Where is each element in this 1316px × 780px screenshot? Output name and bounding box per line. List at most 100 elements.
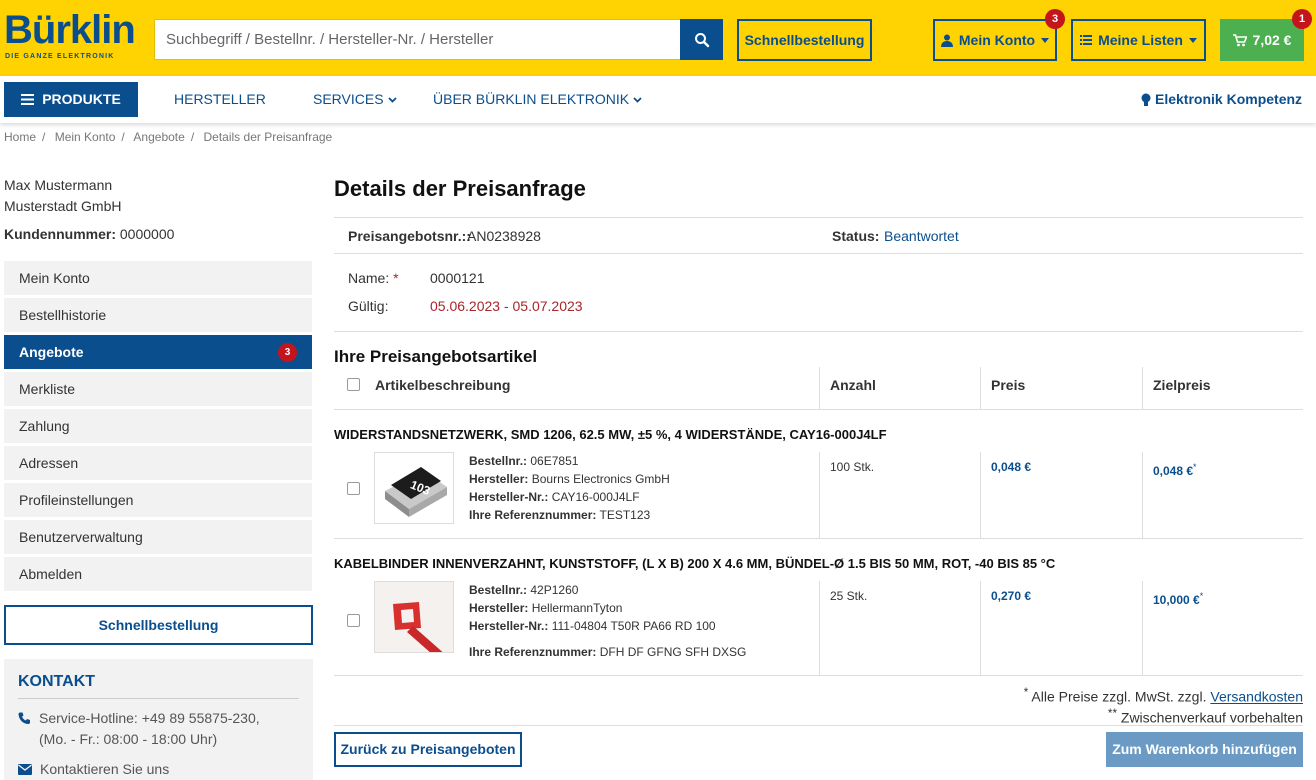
contact-link[interactable]: Kontaktieren Sie uns [40,759,169,780]
product-image[interactable] [374,581,454,653]
sidebar-quick-order-button[interactable]: Schnellbestellung [4,605,313,645]
user-company: Musterstadt GmbH [4,198,122,214]
product-image[interactable]: 103 [374,452,454,524]
valid-value: 05.06.2023 - 05.07.2023 [430,298,583,314]
lists-label: Meine Listen [1098,32,1183,48]
products-label: PRODUKTE [42,91,121,107]
order-number-label: Bestellnr.: [469,454,528,468]
nav-about-label: ÜBER BÜRKLIN ELEKTRONIK [433,91,630,107]
footnote-marker: * [1193,462,1197,472]
nav-services-label: SERVICES [313,91,384,107]
lists-button[interactable]: Meine Listen [1071,19,1206,61]
order-number: 06E7851 [530,454,579,468]
account-button[interactable]: Mein Konto [933,19,1057,61]
column-divider [1142,452,1143,538]
nav-competence[interactable]: Elektronik Kompetenz [1141,76,1302,123]
customer-number-label: Kundennummer: [4,226,116,242]
sidebar-item-offers-label: Angebote [19,344,84,360]
sidebar-item-profile-settings[interactable]: Profileinstellungen [4,483,312,517]
column-divider [819,581,820,675]
chevron-down-icon [387,96,397,103]
main-nav: PRODUKTE HERSTELLER SERVICES ÜBER BÜRKLI… [0,76,1316,123]
manufacturer-label: Hersteller: [469,601,529,615]
list-icon [1080,35,1093,45]
envelope-icon [18,764,32,775]
account-badge: 3 [1045,9,1065,29]
quick-order-button[interactable]: Schnellbestellung [737,19,872,61]
name-value: 0000121 [430,270,485,286]
product-price: 0,270 € [991,589,1032,603]
hamburger-icon [21,94,35,105]
column-header-price: Preis [991,377,1026,393]
order-number: 42P1260 [530,583,579,597]
manufacturer-number-label: Hersteller-Nr.: [469,619,549,633]
hotline-text: Service-Hotline: +49 89 55875-230, [39,710,260,726]
product-details: Bestellnr.: 42P1260 Hersteller: Hellerma… [469,581,746,661]
column-divider [980,367,981,410]
cart-button[interactable]: 7,02 € [1220,19,1304,61]
breadcrumb-account[interactable]: Mein Konto [55,130,116,144]
cart-total: 7,02 € [1252,32,1292,48]
resale-footnote: ** Zwischenverkauf vorbehalten [1108,705,1303,727]
sidebar-item-wishlist[interactable]: Merkliste [4,372,312,406]
divider [334,253,1303,254]
back-to-offers-button[interactable]: Zurück zu Preisangeboten [334,732,522,767]
page-title: Details der Preisanfrage [334,176,586,201]
manufacturer-number: 111-04804 T50R PA66 RD 100 [551,619,716,633]
nav-manufacturers[interactable]: HERSTELLER [174,76,266,123]
reference-number: TEST123 [599,508,651,522]
divider [334,409,1303,410]
column-divider [819,367,820,410]
product-target-price: 0,048 €* [1153,459,1197,479]
reference-label: Ihre Referenznummer: [469,645,597,659]
offers-count-badge: 3 [278,343,297,362]
shipping-costs-link[interactable]: Versandkosten [1210,689,1303,705]
product-title[interactable]: WIDERSTANDSNETZWERK, SMD 1206, 62.5 MW, … [334,427,887,443]
nav-services[interactable]: SERVICES [313,76,397,123]
products-menu-button[interactable]: PRODUKTE [4,82,138,117]
column-header-target-price: Zielpreis [1153,377,1211,393]
footnote-star: * [1023,686,1029,699]
footnote-text-2: Zwischenverkauf vorbehalten [1120,709,1303,726]
divider [334,538,1303,539]
breadcrumb-offers[interactable]: Angebote [133,130,184,144]
contact-title: KONTAKT [18,672,299,699]
sidebar-item-order-history[interactable]: Bestellhistorie [4,298,312,332]
sidebar-item-payment[interactable]: Zahlung [4,409,312,443]
sidebar-user-info: Max Mustermann Musterstadt GmbH Kundennu… [4,175,313,245]
add-to-cart-button[interactable]: Zum Warenkorb hinzufügen [1106,732,1303,767]
phone-icon [18,712,30,724]
manufacturer-label: Hersteller: [469,472,529,486]
column-divider [1142,581,1143,675]
lightbulb-icon [1141,93,1151,106]
quick-order-label: Schnellbestellung [744,32,865,48]
search-input[interactable]: Suchbegriff / Bestellnr. / Hersteller-Nr… [154,19,681,60]
account-label: Mein Konto [958,32,1036,48]
reference-label: Ihre Referenznummer: [469,508,597,522]
divider [334,675,1303,676]
logo-text: Bürklin [4,8,136,52]
product-checkbox[interactable] [347,614,360,627]
sidebar-item-user-management[interactable]: Benutzerverwaltung [4,520,312,554]
divider [334,217,1303,218]
cart-badge: 1 [1292,9,1312,29]
column-divider [1142,367,1143,410]
search-button[interactable] [680,19,723,60]
product-title[interactable]: KABELBINDER INNENVERZAHNT, KUNSTSTOFF, (… [334,556,1055,572]
customer-number: 0000000 [119,226,175,242]
items-title: Ihre Preisangebotsartikel [334,347,538,366]
breadcrumb-home[interactable]: Home [4,130,36,144]
caret-down-icon [1188,37,1197,43]
nav-about[interactable]: ÜBER BÜRKLIN ELEKTRONIK [433,76,642,123]
sidebar-item-logout[interactable]: Abmelden [4,557,312,591]
product-details: Bestellnr.: 06E7851 Hersteller: Bourns E… [469,452,670,524]
product-checkbox[interactable] [347,482,360,495]
logo[interactable]: Bürklin DIE GANZE ELEKTRONIK [4,6,136,66]
select-all-checkbox[interactable] [347,378,360,391]
sidebar-item-offers[interactable]: Angebote 3 [4,335,312,369]
sidebar-item-my-account[interactable]: Mein Konto [4,261,312,295]
breadcrumb: Home / Mein Konto / Angebote / Details der … [4,130,333,144]
chevron-down-icon [633,96,642,103]
sidebar-item-addresses[interactable]: Adressen [4,446,312,480]
manufacturer: HellermannTyton [531,601,623,615]
